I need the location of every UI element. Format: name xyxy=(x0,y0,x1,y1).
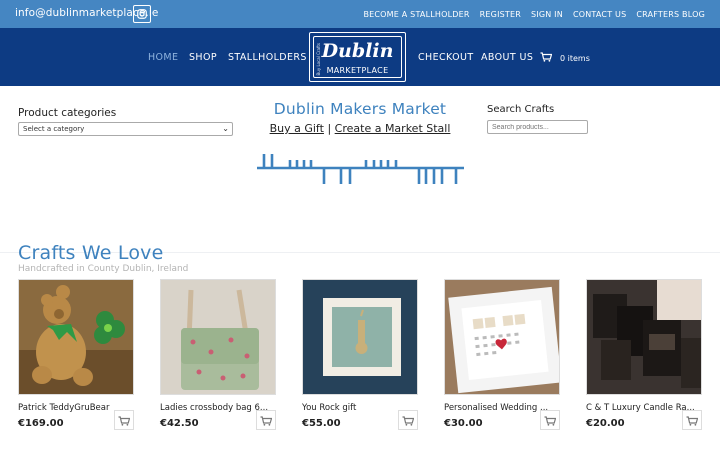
product-card[interactable]: Ladies crossbody bag 6... €42.50 xyxy=(160,279,276,430)
product-image-crossbody-bag[interactable] xyxy=(160,279,276,395)
basket-icon xyxy=(686,411,699,430)
crafters-blog-link[interactable]: CRAFTERS BLOG xyxy=(636,10,705,19)
category-select[interactable]: Select a category ⌄ xyxy=(18,122,233,136)
product-name[interactable]: Personalised Wedding ... xyxy=(444,403,548,413)
product-card[interactable]: You Rock gift €55.00 xyxy=(302,279,418,430)
search-heading: Search Crafts xyxy=(487,104,555,115)
hero-separator: | xyxy=(327,122,332,135)
product-card[interactable]: C & T Luxury Candle Ra... €20.00 xyxy=(586,279,702,430)
product-price: €55.00 xyxy=(302,418,341,429)
nav-home[interactable]: HOME xyxy=(148,52,178,63)
basket-icon xyxy=(402,411,415,430)
add-to-basket-button[interactable] xyxy=(682,410,702,430)
basket-icon xyxy=(544,411,557,430)
main-nav: HOME SHOP STALLHOLDERS Buy Local Crafts … xyxy=(0,28,720,86)
buy-a-gift-link[interactable]: Buy a Gift xyxy=(270,122,324,135)
become-stallholder-link[interactable]: BECOME A STALLHOLDER xyxy=(363,10,469,19)
product-name[interactable]: Ladies crossbody bag 6... xyxy=(160,403,268,413)
product-price: €169.00 xyxy=(18,418,64,429)
product-card[interactable]: Patrick TeddyGruBear €169.00 xyxy=(18,279,134,430)
product-price: €42.50 xyxy=(160,418,199,429)
nav-stallholders[interactable]: STALLHOLDERS xyxy=(228,52,307,63)
product-card[interactable]: Personalised Wedding ... €30.00 xyxy=(444,279,560,430)
add-to-basket-button[interactable] xyxy=(540,410,560,430)
nav-about-us[interactable]: ABOUT US xyxy=(481,52,533,63)
category-select-value: Select a category xyxy=(23,125,85,133)
basket-icon xyxy=(540,52,553,64)
product-price: €20.00 xyxy=(586,418,625,429)
product-image-personalised-wedding[interactable] xyxy=(444,279,560,395)
hero-title: Dublin Makers Market xyxy=(273,100,447,118)
search-input[interactable] xyxy=(487,120,588,134)
hero-links: Buy a Gift | Create a Market Stall xyxy=(250,122,470,135)
top-bar: info@dublinmarketplace.ie BECOME A STALL… xyxy=(0,0,720,28)
chevron-down-icon: ⌄ xyxy=(222,124,229,133)
crafts-subtitle: Handcrafted in County Dublin, Ireland xyxy=(18,264,189,274)
logo-script: Dublin xyxy=(321,40,394,62)
add-to-basket-button[interactable] xyxy=(256,410,276,430)
add-to-basket-button[interactable] xyxy=(398,410,418,430)
product-name[interactable]: Patrick TeddyGruBear xyxy=(18,403,109,413)
cart-link[interactable]: 0 items xyxy=(540,52,590,64)
basket-icon xyxy=(260,411,273,430)
product-name[interactable]: You Rock gift xyxy=(302,403,356,413)
top-links: BECOME A STALLHOLDER REGISTER SIGN IN CO… xyxy=(363,10,705,19)
cart-count: 0 items xyxy=(560,53,590,63)
product-name[interactable]: C & T Luxury Candle Ra... xyxy=(586,403,695,413)
contact-us-link[interactable]: CONTACT US xyxy=(573,10,626,19)
add-to-basket-button[interactable] xyxy=(114,410,134,430)
crafts-title: Crafts We Love xyxy=(18,242,164,264)
nav-shop[interactable]: SHOP xyxy=(189,52,217,63)
product-image-teddy-bear[interactable] xyxy=(18,279,134,395)
product-price: €30.00 xyxy=(444,418,483,429)
instagram-icon[interactable] xyxy=(133,5,151,23)
ogham-divider-icon xyxy=(257,154,464,184)
basket-icon xyxy=(118,411,131,430)
logo-subtitle: MARKETPLACE xyxy=(326,66,389,75)
site-logo[interactable]: Buy Local Crafts Dublin MARKETPLACE xyxy=(309,32,406,82)
categories-heading: Product categories xyxy=(18,107,117,119)
nav-checkout[interactable]: CHECKOUT xyxy=(418,52,474,63)
product-image-luxury-candle[interactable] xyxy=(586,279,702,395)
product-image-you-rock-gift[interactable] xyxy=(302,279,418,395)
create-stall-link[interactable]: Create a Market Stall xyxy=(335,122,451,135)
register-link[interactable]: REGISTER xyxy=(480,10,521,19)
sign-in-link[interactable]: SIGN IN xyxy=(531,10,563,19)
